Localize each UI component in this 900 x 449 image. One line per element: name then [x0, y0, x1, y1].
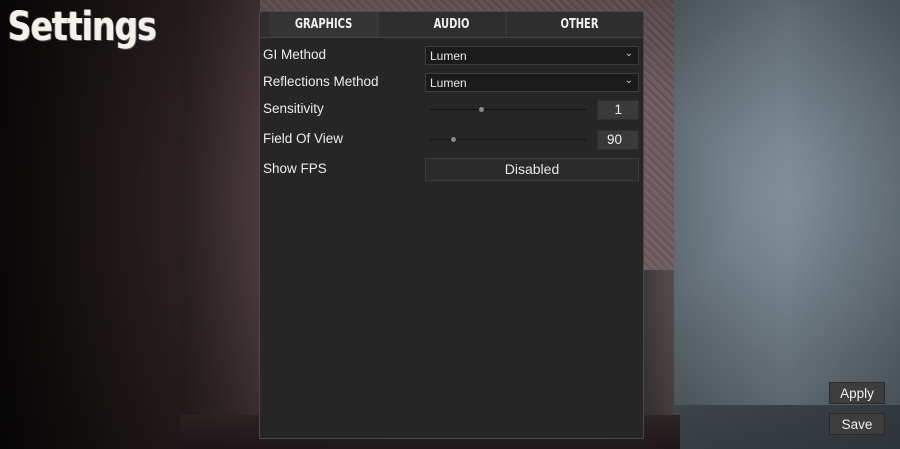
- save-button[interactable]: Save: [829, 413, 885, 435]
- show-fps-label: Show FPS: [263, 161, 327, 176]
- reflections-method-dropdown[interactable]: Lumen ⌄: [425, 73, 639, 92]
- chevron-down-icon: ⌄: [624, 48, 633, 59]
- sensitivity-slider[interactable]: [430, 107, 586, 112]
- field-of-view-slider[interactable]: [430, 137, 586, 142]
- tab-graphics[interactable]: GRAPHICS: [269, 12, 379, 37]
- tab-bar: GRAPHICS AUDIO OTHER: [260, 12, 643, 38]
- gi-method-dropdown[interactable]: Lumen ⌄: [425, 46, 639, 65]
- sensitivity-value[interactable]: 1: [597, 100, 639, 120]
- field-of-view-label: Field Of View: [263, 131, 344, 146]
- apply-button[interactable]: Apply: [829, 382, 885, 404]
- field-of-view-row: Field Of View 90: [260, 128, 643, 152]
- chevron-down-icon: ⌄: [624, 75, 633, 86]
- tab-audio[interactable]: AUDIO: [398, 12, 507, 37]
- sensitivity-row: Sensitivity 1: [260, 98, 643, 122]
- reflections-method-row: Reflections Method Lumen ⌄: [260, 71, 643, 95]
- sensitivity-label: Sensitivity: [263, 101, 324, 116]
- sensitivity-slider-handle[interactable]: [479, 107, 485, 112]
- gi-method-row: GI Method Lumen ⌄: [260, 44, 643, 68]
- gi-method-label: GI Method: [263, 47, 327, 62]
- field-of-view-slider-handle[interactable]: [451, 137, 457, 142]
- gi-method-value: Lumen: [430, 49, 467, 63]
- show-fps-toggle[interactable]: Disabled: [425, 158, 639, 181]
- field-of-view-value[interactable]: 90: [597, 130, 639, 150]
- settings-panel: GRAPHICS AUDIO OTHER GI Method Lumen ⌄ R…: [259, 11, 644, 439]
- tab-other[interactable]: OTHER: [526, 12, 634, 37]
- page-title: Settings: [8, 4, 157, 50]
- reflections-method-label: Reflections Method: [263, 74, 379, 89]
- show-fps-row: Show FPS Disabled: [260, 158, 643, 182]
- reflections-method-value: Lumen: [430, 76, 467, 90]
